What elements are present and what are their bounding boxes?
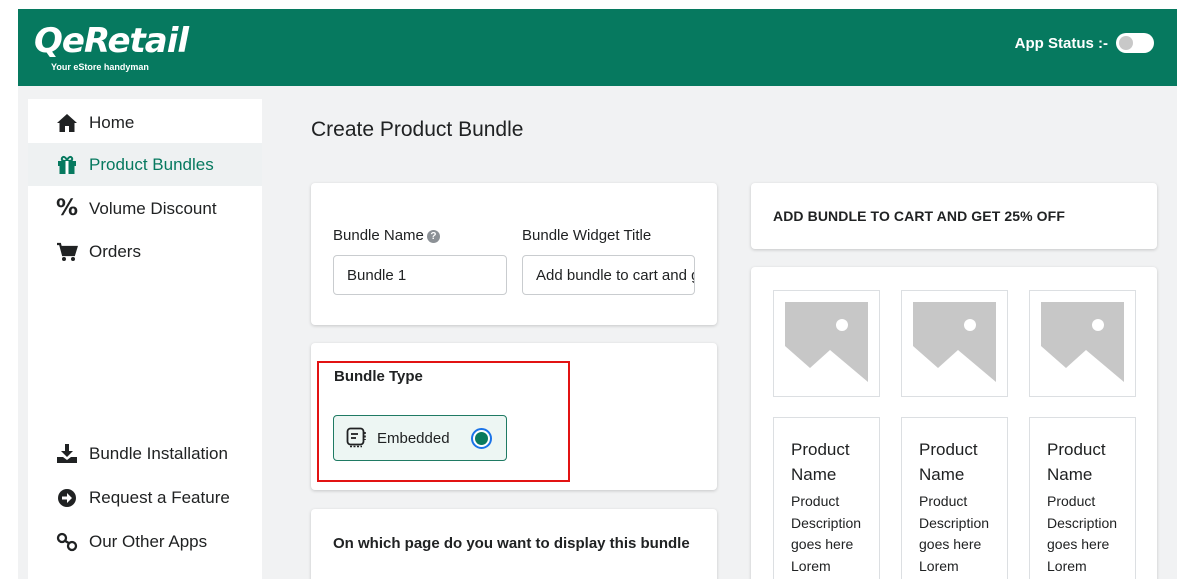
sidebar-item-label: Volume Discount [89,198,217,218]
bundle-name-input[interactable]: Bundle 1 [333,255,507,295]
product-card: Product Name Product Description goes he… [773,417,880,579]
product-image [773,290,880,397]
sidebar-item-label: Our Other Apps [89,531,208,551]
bundle-name-label-text: Bundle Name [333,227,424,244]
sidebar-item-label: Bundle Installation [89,443,228,463]
product-name: Product Name [791,440,850,484]
toggle-knob [1119,36,1133,50]
sidebar-item-label: Product Bundles [89,154,214,174]
widget-title-label: Bundle Widget Title [522,227,652,244]
download-icon [55,443,79,465]
widget-title-input[interactable]: Add bundle to cart and get 25% off [522,255,695,295]
product-name: Product Name [1047,440,1106,484]
logo-text: QeRetail [34,21,189,61]
gift-icon [55,154,79,176]
product-description: Product Description goes here Lorem [791,493,862,574]
app-status-label: App Status :- [1014,34,1108,52]
cart-icon [55,241,79,263]
app-logo: QeRetail Your eStore handyman [34,21,189,72]
image-placeholder-icon [913,302,996,385]
home-icon [55,112,79,134]
product-name: Product Name [919,440,978,484]
bundle-name-label: Bundle Name? [333,227,440,244]
sidebar-item-volume-discount[interactable]: % Volume Discount [28,187,262,230]
product-image [901,290,1008,397]
app-status-toggle[interactable] [1116,33,1154,53]
product-description: Product Description goes here Lorem [919,493,990,574]
logo-tagline: Your eStore handyman [51,62,149,72]
image-placeholder-icon [785,302,868,385]
app-status: App Status :- [1015,33,1154,53]
app-header: QeRetail Your eStore handyman App Status… [18,9,1177,86]
display-page-question: On which page do you want to display thi… [333,535,690,552]
offer-title: ADD BUNDLE TO CART AND GET 25% OFF [773,208,1065,224]
link-icon [55,531,79,553]
sidebar-item-label: Request a Feature [89,487,230,507]
arrow-circle-icon [55,487,79,509]
sidebar-item-orders[interactable]: Orders [28,230,262,273]
product-description: Product Description goes here Lorem [1047,493,1118,574]
bundle-details-card [311,183,717,325]
product-card: Product Name Product Description goes he… [901,417,1008,579]
sidebar-item-label: Home [89,112,135,132]
sidebar-item-label: Orders [89,241,141,261]
help-icon[interactable]: ? [426,230,440,243]
sidebar-item-bundle-installation[interactable]: Bundle Installation [28,432,262,475]
sidebar-item-product-bundles[interactable]: Product Bundles [28,143,262,186]
page-title: Create Product Bundle [311,118,524,141]
sidebar: Home Product Bundles % Volume Discount O… [28,99,262,579]
sidebar-item-request-feature[interactable]: Request a Feature [28,476,262,519]
product-image [1029,290,1136,397]
image-placeholder-icon [1041,302,1124,385]
highlight-box [317,361,570,482]
sidebar-item-other-apps[interactable]: Our Other Apps [28,520,262,563]
percent-icon: % [55,196,79,221]
sidebar-item-home[interactable]: Home [28,101,262,144]
product-card: Product Name Product Description goes he… [1029,417,1136,579]
